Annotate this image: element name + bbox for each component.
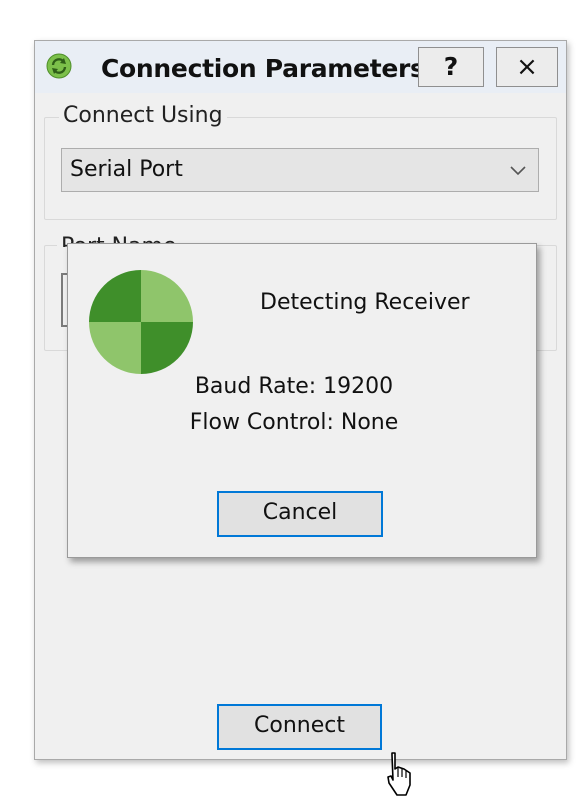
connect-using-value: Serial Port (70, 157, 183, 182)
detecting-receiver-title: Detecting Receiver (260, 290, 470, 315)
help-button[interactable]: ? (418, 47, 484, 87)
detecting-receiver-dialog: Detecting Receiver Baud Rate: 19200 Flow… (67, 243, 537, 558)
cancel-button[interactable]: Cancel (217, 491, 383, 537)
spinner-icon (89, 270, 193, 374)
title-bar: Connection Parameters ? × (35, 41, 566, 93)
mouse-cursor-icon (387, 752, 411, 796)
connect-using-select[interactable]: Serial Port (61, 148, 539, 192)
connect-button[interactable]: Connect (217, 704, 382, 750)
window-title: Connection Parameters (101, 54, 425, 83)
baud-rate-text: Baud Rate: 19200 (194, 374, 394, 399)
chevron-down-icon (510, 166, 526, 176)
flow-control-text: Flow Control: None (189, 410, 399, 435)
refresh-icon (46, 53, 72, 79)
connect-using-label: Connect Using (59, 103, 227, 128)
close-button[interactable]: × (496, 47, 558, 87)
